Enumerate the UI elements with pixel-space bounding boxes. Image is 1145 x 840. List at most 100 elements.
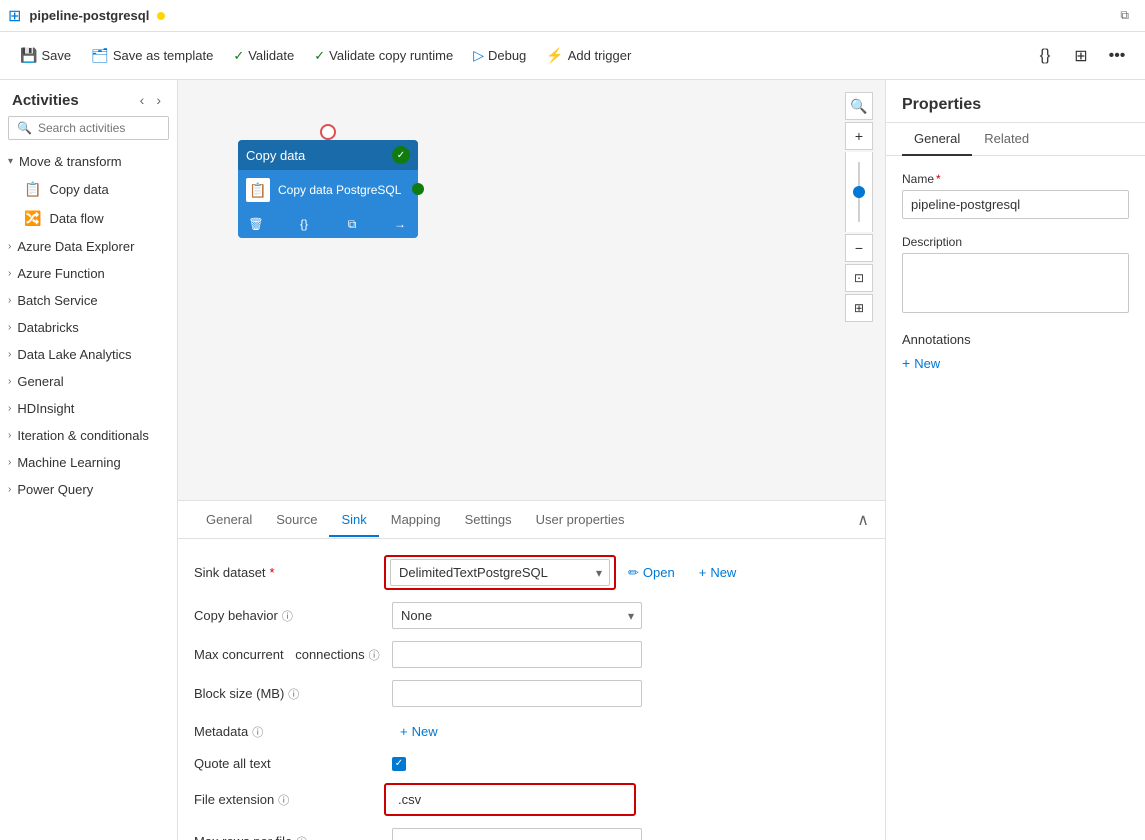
copy-behavior-select[interactable]: None PreserveHierarchy FlattenHierarchy … (392, 602, 642, 629)
sidebar-section-data-lake-analytics[interactable]: › Data Lake Analytics (0, 341, 177, 368)
search-input[interactable] (38, 121, 160, 135)
block-size-input[interactable] (392, 680, 642, 707)
max-concurrent-control (392, 641, 642, 668)
props-description-textarea[interactable] (902, 253, 1129, 313)
props-tabs: General Related (886, 123, 1145, 156)
block-size-info-icon[interactable]: ⓘ (288, 686, 299, 702)
add-annotation-button[interactable]: + New (902, 355, 940, 371)
main-layout: Activities ‹ › 🔍 ▾ Move & transform 📋 Co… (0, 80, 1145, 840)
sidebar-header: Activities ‹ › (0, 80, 177, 116)
plus-icon: + (902, 355, 910, 371)
file-extension-input[interactable] (390, 787, 630, 812)
sidebar-item-data-flow[interactable]: 🔀 Data flow ⋮⋮ (0, 204, 177, 233)
save-as-template-button[interactable]: 🗂 Save as template (83, 41, 221, 70)
max-rows-input[interactable] (392, 828, 642, 840)
canvas-zoom-out-button[interactable]: − (845, 234, 873, 262)
title-bar: ⊞ pipeline-postgresql ⧉ (0, 0, 1145, 32)
sidebar-section-power-query[interactable]: › Power Query (0, 476, 177, 503)
props-tab-related[interactable]: Related (972, 123, 1041, 156)
sidebar-section-general[interactable]: › General (0, 368, 177, 395)
props-tab-general[interactable]: General (902, 123, 972, 156)
metadata-label: Metadata ⓘ (194, 724, 384, 740)
max-rows-label: Max rows per file ⓘ (194, 834, 384, 840)
node-anchor-top (320, 124, 336, 140)
tab-general[interactable]: General (194, 504, 264, 537)
quote-all-text-label: Quote all text (194, 756, 384, 771)
props-content: Name * Description Annotations + New (886, 156, 1145, 840)
sidebar-section-hdinsight[interactable]: › HDInsight (0, 395, 177, 422)
tab-user-properties[interactable]: User properties (524, 504, 637, 537)
sidebar-item-copy-data[interactable]: 📋 Copy data ⋮⋮ (0, 175, 177, 204)
new-dataset-button[interactable]: + New (691, 560, 745, 585)
add-trigger-button[interactable]: ⚡ Add trigger (538, 41, 639, 70)
quote-all-text-checkbox[interactable]: ✓ (392, 757, 406, 771)
debug-button[interactable]: ▷ Debug (465, 41, 534, 70)
tab-sink[interactable]: Sink (329, 504, 378, 537)
props-name-input[interactable] (902, 190, 1129, 219)
props-description-field: Description (902, 235, 1129, 316)
node-arrow-button[interactable]: → (390, 214, 410, 234)
props-name-label: Name * (902, 172, 1129, 186)
open-button[interactable]: ✏ Open (620, 560, 683, 586)
file-extension-info-icon[interactable]: ⓘ (278, 792, 289, 808)
save-button[interactable]: 💾 Save (12, 41, 79, 70)
sidebar-controls: ‹ › (136, 90, 165, 110)
node-box[interactable]: Copy data ✓ 📋 Copy data PostgreSQL 🗑 {} … (238, 140, 418, 238)
sidebar-section-azure-function[interactable]: › Azure Function (0, 260, 177, 287)
max-concurrent-info-icon[interactable]: ⓘ (369, 647, 380, 663)
restore-icon[interactable]: ⧉ (1120, 8, 1129, 23)
canvas-grid-button[interactable]: ⊞ (845, 294, 873, 322)
max-concurrent-input[interactable] (392, 641, 642, 668)
sidebar-section-iteration-conditionals[interactable]: › Iteration & conditionals (0, 422, 177, 449)
bottom-panel-tabs: General Source Sink Mapping Settings Use… (178, 501, 885, 539)
file-extension-label: File extension ⓘ (194, 792, 384, 808)
sidebar-expand-btn[interactable]: › (152, 90, 165, 110)
quote-all-text-row: Quote all text ✓ (194, 756, 869, 771)
bottom-panel: General Source Sink Mapping Settings Use… (178, 500, 885, 840)
metadata-info-icon[interactable]: ⓘ (252, 724, 263, 740)
canvas-search-button[interactable]: 🔍 (845, 92, 873, 120)
sidebar-section-move-transform[interactable]: ▾ Move & transform (0, 148, 177, 175)
chevron-right-icon: › (8, 241, 11, 252)
canvas-fit-button[interactable]: ⊡ (845, 264, 873, 292)
sidebar-section-databricks[interactable]: › Databricks (0, 314, 177, 341)
chevron-right-icon: › (8, 457, 11, 468)
template-view-button[interactable]: ⊞ (1065, 40, 1097, 72)
sidebar-section-azure-data-explorer[interactable]: › Azure Data Explorer (0, 233, 177, 260)
validate-copy-icon: ✓ (314, 48, 325, 64)
node-delete-button[interactable]: 🗑 (246, 214, 266, 234)
max-rows-info-icon[interactable]: ⓘ (296, 834, 307, 840)
tab-settings[interactable]: Settings (453, 504, 524, 537)
sidebar-section-machine-learning[interactable]: › Machine Learning (0, 449, 177, 476)
metadata-new-button[interactable]: + New (392, 719, 446, 744)
canvas-zoom-slider[interactable] (845, 152, 873, 232)
tab-source[interactable]: Source (264, 504, 329, 537)
max-rows-row: Max rows per file ⓘ (194, 828, 869, 840)
copy-behavior-label: Copy behavior ⓘ (194, 608, 384, 624)
sidebar-collapse-btn[interactable]: ‹ (136, 90, 149, 110)
search-box: 🔍 (8, 116, 169, 140)
metadata-actions: + New (392, 719, 446, 744)
sidebar-section-batch-service[interactable]: › Batch Service (0, 287, 177, 314)
node-code-button[interactable]: {} (294, 214, 314, 234)
sink-content: Sink dataset * DelimitedTextPostgreSQL ✏ (178, 539, 885, 840)
canvas-controls: 🔍 + − ⊡ ⊞ (845, 92, 873, 322)
chevron-right-icon: › (8, 322, 11, 333)
tab-mapping[interactable]: Mapping (379, 504, 453, 537)
copy-behavior-info-icon[interactable]: ⓘ (282, 608, 293, 624)
trigger-icon: ⚡ (546, 47, 563, 64)
validate-button[interactable]: ✓ Validate (225, 42, 302, 70)
sink-dataset-select[interactable]: DelimitedTextPostgreSQL (390, 559, 610, 586)
validate-copy-runtime-button[interactable]: ✓ Validate copy runtime (306, 42, 461, 70)
bottom-panel-close-button[interactable]: ∧ (857, 510, 869, 530)
chevron-right-icon: › (8, 430, 11, 441)
chevron-right-icon: › (8, 484, 11, 495)
chevron-right-icon: › (8, 295, 11, 306)
node-copy-button[interactable]: ⧉ (342, 214, 362, 234)
more-button[interactable]: ••• (1101, 40, 1133, 72)
code-button[interactable]: {} (1029, 40, 1061, 72)
copy-behavior-select-wrapper: None PreserveHierarchy FlattenHierarchy … (392, 602, 642, 629)
chevron-right-icon: › (8, 376, 11, 387)
canvas-zoom-in-button[interactable]: + (845, 122, 873, 150)
plus-icon: + (400, 724, 408, 739)
